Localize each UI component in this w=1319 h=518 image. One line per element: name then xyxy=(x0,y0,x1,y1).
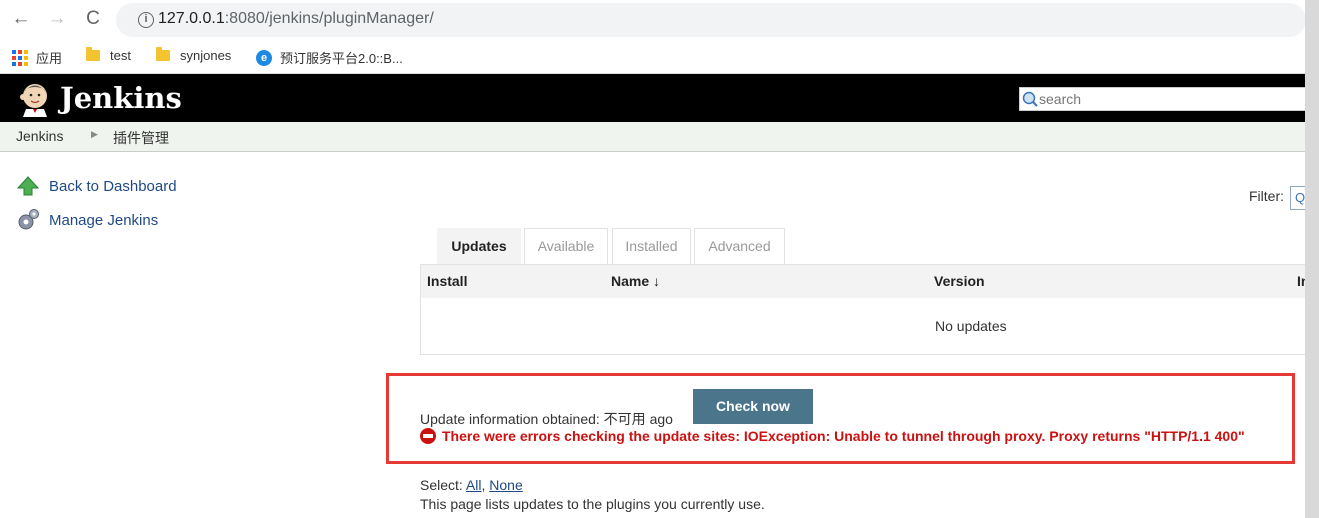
page-description: This page lists updates to the plugins y… xyxy=(420,496,765,512)
bookmark-label: 应用 xyxy=(36,51,63,66)
bookmarks-bar: 应用 test synjones e 预订服务平台2.0::B... xyxy=(0,40,1319,74)
site-info-icon[interactable]: i xyxy=(138,12,154,28)
column-version[interactable]: Version xyxy=(934,273,985,289)
column-install[interactable]: Install xyxy=(427,273,467,289)
window-edge xyxy=(1305,0,1319,518)
update-info-text: Update information obtained: 不可用 ago xyxy=(420,411,673,427)
jenkins-header: Jenkins xyxy=(0,74,1319,122)
folder-icon xyxy=(86,47,100,61)
reload-icon[interactable]: C xyxy=(82,8,104,30)
search-input[interactable] xyxy=(1039,88,1309,110)
filter-label: Filter: xyxy=(1249,188,1284,204)
select-none-link[interactable]: None xyxy=(489,477,522,493)
empty-message: No updates xyxy=(935,318,1007,334)
sidebar-item-back-to-dashboard[interactable]: Back to Dashboard xyxy=(16,174,177,198)
apps-grid-icon xyxy=(12,49,28,66)
tab-advanced[interactable]: Advanced xyxy=(694,228,785,264)
up-arrow-icon xyxy=(16,176,40,196)
breadcrumb-jenkins[interactable]: Jenkins xyxy=(16,128,63,144)
column-name[interactable]: Name ↓ xyxy=(611,273,660,289)
sidebar-item-label: Back to Dashboard xyxy=(49,177,177,195)
bookmark-label: 预订服务平台2.0::B... xyxy=(280,51,403,66)
check-now-button[interactable]: Check now xyxy=(693,389,813,424)
back-arrow-icon[interactable]: ← xyxy=(10,8,32,30)
bookmark-label: test xyxy=(110,48,131,63)
plugin-table: Install Name ↓ Version In No updates xyxy=(420,264,1319,355)
select-all-link[interactable]: All xyxy=(466,477,482,493)
bookmark-test[interactable]: test xyxy=(86,47,131,63)
sidebar-item-manage-jenkins[interactable]: Manage Jenkins xyxy=(16,208,158,232)
gear-icon xyxy=(18,209,39,230)
breadcrumb-plugin-manager[interactable]: 插件管理 xyxy=(113,128,169,148)
select-controls: Select: All, None xyxy=(420,477,523,493)
breadcrumb: Jenkins ▶ 插件管理 xyxy=(0,122,1319,152)
folder-icon xyxy=(156,47,170,61)
tab-updates[interactable]: Updates xyxy=(437,228,521,264)
url-text[interactable]: 127.0.0.1:8080/jenkins/pluginManager/ xyxy=(158,10,434,28)
table-header: Install Name ↓ Version In xyxy=(421,265,1319,298)
browser-e-icon: e xyxy=(256,49,272,66)
tab-available[interactable]: Available xyxy=(524,228,608,264)
address-bar[interactable]: i 127.0.0.1:8080/jenkins/pluginManager/ xyxy=(116,3,1306,37)
search-icon xyxy=(1022,91,1038,107)
search-box[interactable] xyxy=(1019,87,1319,111)
error-icon xyxy=(420,428,436,444)
jenkins-title[interactable]: Jenkins xyxy=(60,81,182,115)
browser-toolbar: ← → C i 127.0.0.1:8080/jenkins/pluginMan… xyxy=(0,0,1319,40)
bookmark-synjones[interactable]: synjones xyxy=(156,47,232,63)
jenkins-logo-icon[interactable] xyxy=(16,79,54,117)
bookmark-booking-platform[interactable]: e 预订服务平台2.0::B... xyxy=(256,48,403,67)
search-icon: Q xyxy=(1295,190,1306,205)
tab-installed[interactable]: Installed xyxy=(612,228,691,264)
error-message: There were errors checking the update si… xyxy=(442,428,1245,444)
select-label: Select: xyxy=(420,477,466,493)
bookmark-label: synjones xyxy=(180,48,232,63)
bookmark-apps[interactable]: 应用 xyxy=(12,48,62,67)
chevron-right-icon: ▶ xyxy=(91,129,98,139)
sidebar-item-label: Manage Jenkins xyxy=(49,211,159,229)
forward-arrow-icon[interactable]: → xyxy=(46,8,68,30)
